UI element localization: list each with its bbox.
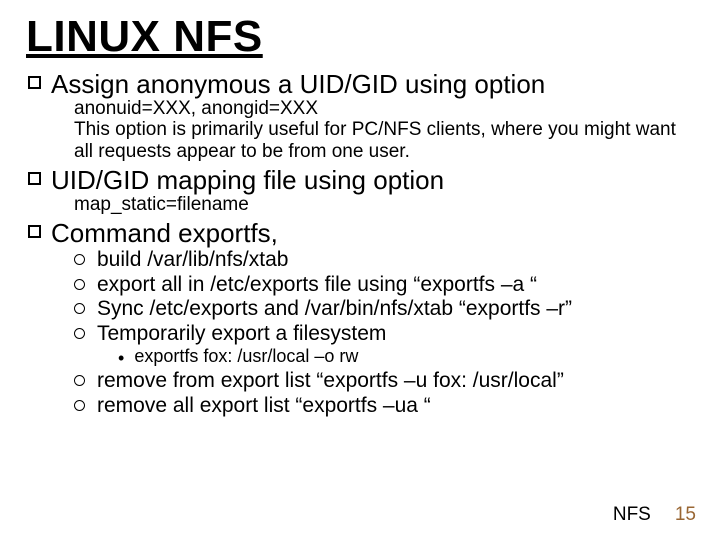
subsub-bullet-item: • exportfs fox: /usr/local –o rw xyxy=(118,347,694,367)
circle-bullet-icon xyxy=(74,254,85,265)
bullet-subtext: anonuid=XXX, anongid=XXX xyxy=(74,98,694,119)
sub-bullet-text: remove all export list “exportfs –ua “ xyxy=(97,394,431,418)
sub-bullet-text: build /var/lib/nfs/xtab xyxy=(97,248,288,272)
bullet-item: Assign anonymous a UID/GID using option xyxy=(28,70,694,98)
slide-title: LINUX NFS xyxy=(26,12,694,62)
sub-bullet-text: remove from export list “exportfs –u fox… xyxy=(97,369,564,393)
square-bullet-icon xyxy=(28,225,41,238)
bullet-subtext: This option is primarily useful for PC/N… xyxy=(74,119,694,162)
square-bullet-icon xyxy=(28,172,41,185)
bullet-subtext: map_static=filename xyxy=(74,194,694,215)
sub-bullet-text: export all in /etc/exports file using “e… xyxy=(97,273,537,297)
dot-bullet-icon: • xyxy=(118,349,124,367)
bullet-text: Command exportfs, xyxy=(51,219,278,247)
subsub-bullet-text: exportfs fox: /usr/local –o rw xyxy=(134,347,358,367)
sub-bullet-item: remove all export list “exportfs –ua “ xyxy=(74,394,694,418)
sub-bullet-text: Temporarily export a filesystem xyxy=(97,322,386,346)
bullet-text: Assign anonymous a UID/GID using option xyxy=(51,70,545,98)
circle-bullet-icon xyxy=(74,279,85,290)
bullet-text: UID/GID mapping file using option xyxy=(51,166,444,194)
circle-bullet-icon xyxy=(74,400,85,411)
sub-bullet-item: build /var/lib/nfs/xtab xyxy=(74,248,694,272)
footer-label: NFS xyxy=(613,504,651,526)
slide: LINUX NFS Assign anonymous a UID/GID usi… xyxy=(0,0,720,540)
circle-bullet-icon xyxy=(74,375,85,386)
sub-bullet-item: export all in /etc/exports file using “e… xyxy=(74,273,694,297)
bullet-item: UID/GID mapping file using option xyxy=(28,166,694,194)
circle-bullet-icon xyxy=(74,303,85,314)
sub-bullet-text: Sync /etc/exports and /var/bin/nfs/xtab … xyxy=(97,297,572,321)
square-bullet-icon xyxy=(28,76,41,89)
sub-bullet-item: Temporarily export a filesystem xyxy=(74,322,694,346)
sub-bullet-item: Sync /etc/exports and /var/bin/nfs/xtab … xyxy=(74,297,694,321)
slide-footer: NFS 15 xyxy=(613,504,696,526)
circle-bullet-icon xyxy=(74,328,85,339)
page-number: 15 xyxy=(675,504,696,526)
bullet-item: Command exportfs, xyxy=(28,219,694,247)
sub-bullet-item: remove from export list “exportfs –u fox… xyxy=(74,369,694,393)
